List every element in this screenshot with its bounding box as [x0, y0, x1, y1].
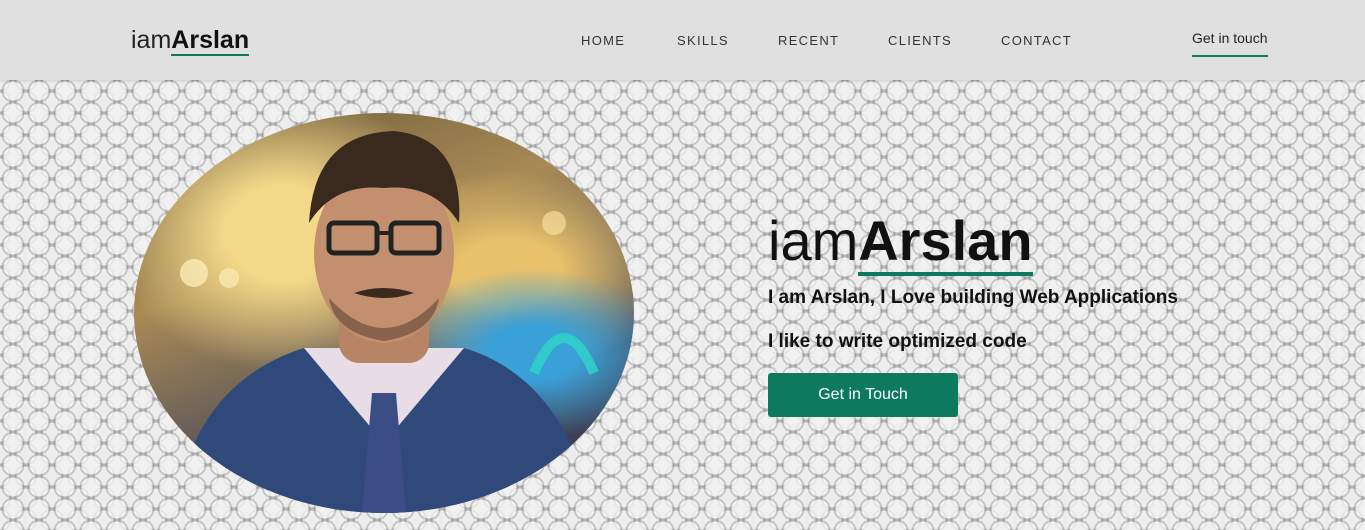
- logo-prefix: iam: [131, 26, 172, 54]
- nav-home[interactable]: HOME: [581, 33, 625, 48]
- nav-contact[interactable]: CONTACT: [1001, 33, 1072, 48]
- hero-subtagline: I like to write optimized code: [768, 331, 1027, 352]
- hero-title-name: Arslan: [858, 209, 1033, 276]
- hero-tagline: I am Arslan, I Love building Web Applica…: [768, 287, 1178, 308]
- hero-title-prefix: iam: [768, 209, 859, 272]
- hero-title: iamArslan: [768, 208, 1033, 276]
- nav-skills[interactable]: SKILLS: [677, 33, 729, 48]
- site-header: iamArslan HOME SKILLS RECENT CLIENTS CON…: [0, 0, 1365, 80]
- header-get-in-touch-link[interactable]: Get in touch: [1192, 30, 1268, 57]
- site-logo[interactable]: iamArslan: [131, 24, 250, 56]
- profile-photo: [134, 113, 634, 513]
- logo-name: Arslan: [171, 26, 250, 56]
- nav-clients[interactable]: CLIENTS: [888, 33, 952, 48]
- nav-recent[interactable]: RECENT: [778, 33, 839, 48]
- get-in-touch-button[interactable]: Get in Touch: [768, 373, 958, 417]
